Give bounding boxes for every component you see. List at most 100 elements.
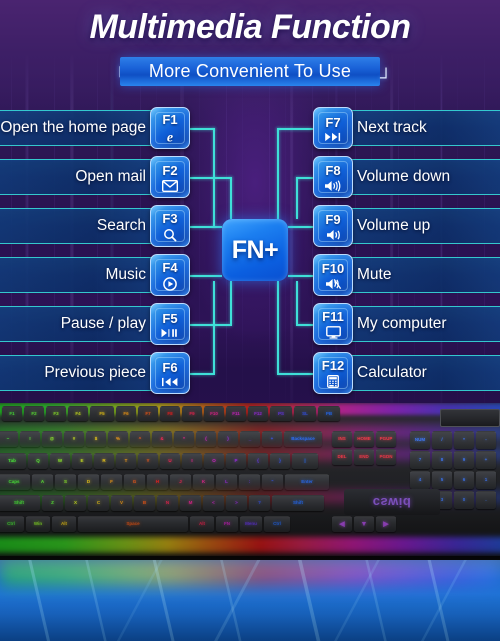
keycap[interactable]: F10 <box>204 406 224 421</box>
keycap[interactable]: # <box>64 431 84 447</box>
keycap[interactable]: Win <box>26 516 50 532</box>
arrow-left-icon[interactable]: ◀ <box>332 516 352 532</box>
keycap[interactable]: 6 <box>454 471 474 489</box>
keycap[interactable]: G <box>124 474 145 490</box>
keycap[interactable]: Alt <box>190 516 214 532</box>
keycap[interactable]: F2 <box>24 406 44 421</box>
keycap[interactable]: E <box>72 453 92 469</box>
keycap[interactable]: 4 <box>410 471 430 489</box>
keycap[interactable]: Shift <box>272 495 324 511</box>
keycap[interactable]: J <box>170 474 191 490</box>
arrow-right-icon[interactable]: ▶ <box>376 516 396 532</box>
keycap[interactable]: Space <box>78 516 188 532</box>
fkey-f6[interactable]: F6 <box>150 352 190 394</box>
keycap[interactable]: K <box>193 474 214 490</box>
keycap[interactable]: A <box>32 474 53 490</box>
arrow-down-icon[interactable]: ▼ <box>354 516 374 532</box>
keycap[interactable]: ~ <box>0 431 18 447</box>
keycap[interactable]: 8 <box>432 451 452 469</box>
keycap[interactable]: Shift <box>0 495 40 511</box>
keycap[interactable]: F1 <box>2 406 22 421</box>
keycap[interactable]: HOME <box>354 431 374 447</box>
keycap[interactable]: X <box>65 495 86 511</box>
keycap[interactable]: D <box>78 474 99 490</box>
keycap[interactable]: PB <box>318 406 340 421</box>
keycap[interactable]: F7 <box>138 406 158 421</box>
keycap[interactable]: F5 <box>90 406 114 421</box>
keycap[interactable]: - <box>476 431 496 449</box>
keycap[interactable]: . <box>476 491 496 509</box>
keycap[interactable]: : <box>239 474 260 490</box>
keycap[interactable]: L <box>216 474 237 490</box>
keycap[interactable]: % <box>108 431 128 447</box>
keycap[interactable]: $ <box>86 431 106 447</box>
keycap[interactable]: + <box>476 451 496 469</box>
fkey-f3[interactable]: F3 <box>150 205 190 247</box>
keycap[interactable]: Caps <box>0 474 30 490</box>
fkey-f5[interactable]: F5 <box>150 303 190 345</box>
fkey-f4[interactable]: F4 <box>150 254 190 296</box>
keycap[interactable]: R <box>94 453 114 469</box>
keycap[interactable]: S <box>55 474 76 490</box>
keycap[interactable]: W <box>50 453 70 469</box>
keycap[interactable]: Enter <box>285 474 329 490</box>
keycap[interactable]: { <box>248 453 268 469</box>
keycap[interactable]: 7 <box>410 451 430 469</box>
keycap[interactable]: & <box>152 431 172 447</box>
keycap[interactable]: F <box>101 474 122 490</box>
fkey-f8[interactable]: F8 <box>313 156 353 198</box>
keycap[interactable]: ^ <box>130 431 150 447</box>
fkey-f10[interactable]: F10 <box>313 254 353 296</box>
keycap[interactable]: Z <box>42 495 63 511</box>
keycap[interactable]: Ctrl <box>0 516 24 532</box>
keycap[interactable]: @ <box>42 431 62 447</box>
keycap[interactable]: 5 <box>432 471 452 489</box>
keycap[interactable]: ? <box>249 495 270 511</box>
keycap[interactable]: F11 <box>226 406 246 421</box>
keycap[interactable]: C <box>88 495 109 511</box>
keycap[interactable]: O <box>204 453 224 469</box>
keycap[interactable]: NUM <box>410 431 430 449</box>
keycap[interactable]: F9 <box>182 406 202 421</box>
keycap[interactable]: + <box>262 431 282 447</box>
keycap[interactable]: } <box>270 453 290 469</box>
fkey-f11[interactable]: F11 <box>313 303 353 345</box>
keycap[interactable]: Tab <box>0 453 26 469</box>
keycap[interactable]: END <box>354 449 374 465</box>
keycap[interactable]: Backspace <box>284 431 322 447</box>
keycap[interactable]: ( <box>196 431 216 447</box>
keycap[interactable]: F4 <box>68 406 88 421</box>
keycap[interactable]: V <box>111 495 132 511</box>
keycap[interactable]: | <box>292 453 318 469</box>
keycap[interactable]: Ctrl <box>264 516 290 532</box>
fkey-f1[interactable]: F1 e <box>150 107 190 149</box>
keycap[interactable]: ! <box>20 431 40 447</box>
keycap[interactable]: F8 <box>160 406 180 421</box>
fkey-f7[interactable]: F7 <box>313 107 353 149</box>
keycap[interactable]: B <box>134 495 155 511</box>
keycap[interactable]: Y <box>138 453 158 469</box>
keycap[interactable]: < <box>203 495 224 511</box>
keycap[interactable]: H <box>147 474 168 490</box>
keycap[interactable]: > <box>226 495 247 511</box>
fkey-f9[interactable]: F9 <box>313 205 353 247</box>
keycap[interactable]: PS <box>270 406 292 421</box>
fn-key[interactable]: FN+ <box>222 219 288 281</box>
keycap[interactable]: FN <box>216 516 238 532</box>
keycap[interactable]: I <box>182 453 202 469</box>
keycap[interactable]: 9 <box>454 451 474 469</box>
keycap[interactable]: N <box>157 495 178 511</box>
fkey-f2[interactable]: F2 <box>150 156 190 198</box>
fkey-f12[interactable]: F12 <box>313 352 353 394</box>
keycap[interactable]: _ <box>240 431 260 447</box>
keycap[interactable]: F3 <box>46 406 66 421</box>
keycap[interactable]: DEL <box>332 449 352 465</box>
keycap[interactable]: * <box>174 431 194 447</box>
keycap[interactable]: 1 <box>476 471 496 489</box>
keycap[interactable]: Alt <box>52 516 76 532</box>
keycap[interactable]: Menu <box>240 516 262 532</box>
keycap[interactable]: * <box>454 431 474 449</box>
keycap[interactable]: M <box>180 495 201 511</box>
keycap[interactable]: ) <box>218 431 238 447</box>
keycap[interactable]: U <box>160 453 180 469</box>
